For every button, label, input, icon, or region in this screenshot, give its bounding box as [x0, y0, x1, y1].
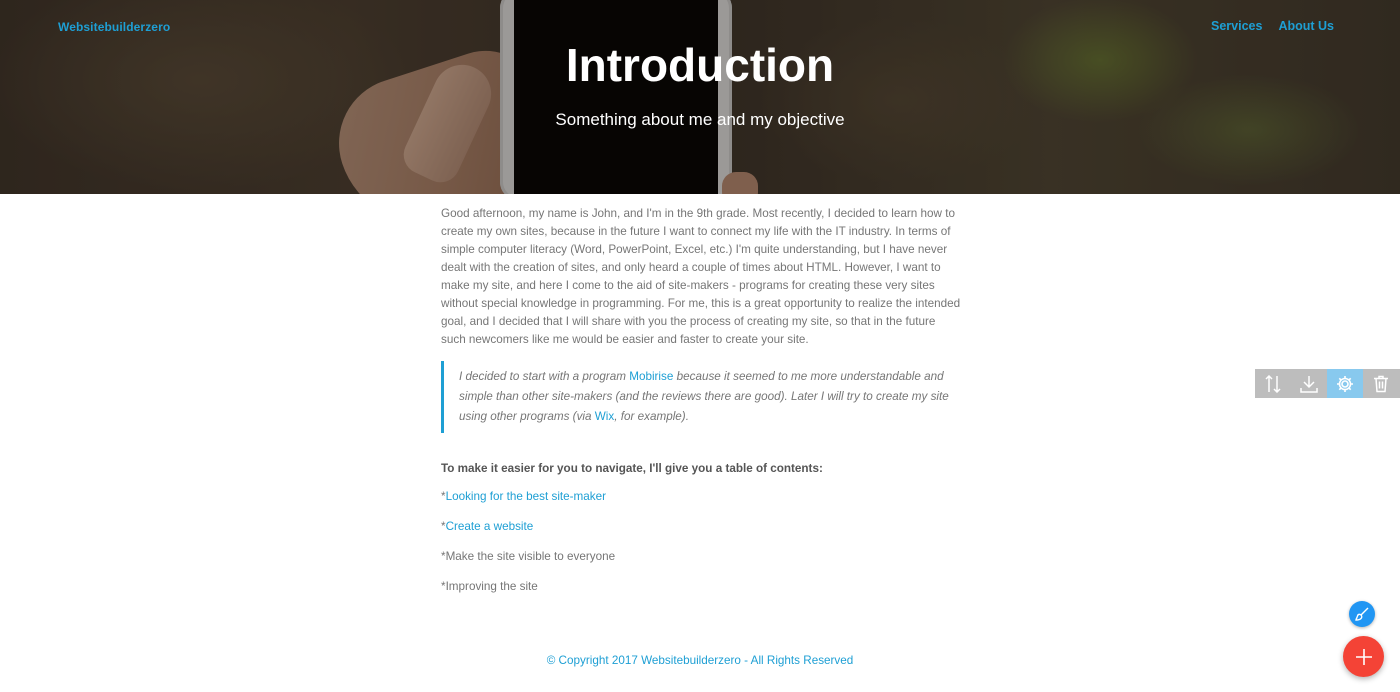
mobirise-link[interactable]: Mobirise [629, 370, 673, 383]
main-nav: Services About Us [1211, 19, 1334, 33]
gear-icon[interactable] [1327, 369, 1363, 398]
toc-link-create-website[interactable]: Create a website [446, 520, 534, 533]
page-subtitle: Something about me and my objective [555, 110, 845, 129]
brush-icon[interactable] [1349, 601, 1375, 627]
toc-item: *Create a website [441, 519, 963, 535]
toc-link-best-site-maker[interactable]: Looking for the best site-maker [446, 490, 606, 503]
nav-link-about-us[interactable]: About Us [1278, 19, 1334, 33]
download-icon[interactable] [1291, 369, 1327, 398]
brand-logo-link[interactable]: Websitebuilderzero [58, 20, 170, 34]
hero-overlay [0, 0, 1400, 194]
intro-paragraph: Good afternoon, my name is John, and I'm… [441, 207, 961, 346]
toc-heading: To make it easier for you to navigate, I… [441, 462, 823, 475]
quote-text-3: , for example). [614, 410, 689, 423]
blockquote: I decided to start with a program Mobiri… [441, 361, 963, 433]
block-editor-toolbar [1255, 369, 1400, 398]
toc-item: *Make the site visible to everyone [441, 549, 963, 565]
toc-text-improving: Improving the site [445, 580, 538, 593]
footer-copyright: © Copyright 2017 Websitebuilderzero - Al… [546, 654, 854, 667]
nav-link-services[interactable]: Services [1211, 19, 1262, 33]
hero-section: Websitebuilderzero Services About Us Int… [0, 0, 1400, 194]
wix-link[interactable]: Wix [595, 410, 614, 423]
table-of-contents: *Looking for the best site-maker *Create… [441, 489, 963, 595]
toc-text-visible: Make the site visible to everyone [445, 550, 616, 563]
page-title: Introduction [565, 39, 835, 91]
toc-item: *Improving the site [441, 579, 963, 595]
add-block-button[interactable] [1343, 636, 1384, 677]
trash-icon[interactable] [1363, 369, 1399, 398]
toc-item: *Looking for the best site-maker [441, 489, 963, 505]
quote-text-1: I decided to start with a program [459, 370, 630, 383]
plus-icon [1355, 648, 1372, 665]
sort-icon[interactable] [1255, 369, 1291, 398]
article-content: Good afternoon, my name is John, and I'm… [441, 205, 963, 609]
